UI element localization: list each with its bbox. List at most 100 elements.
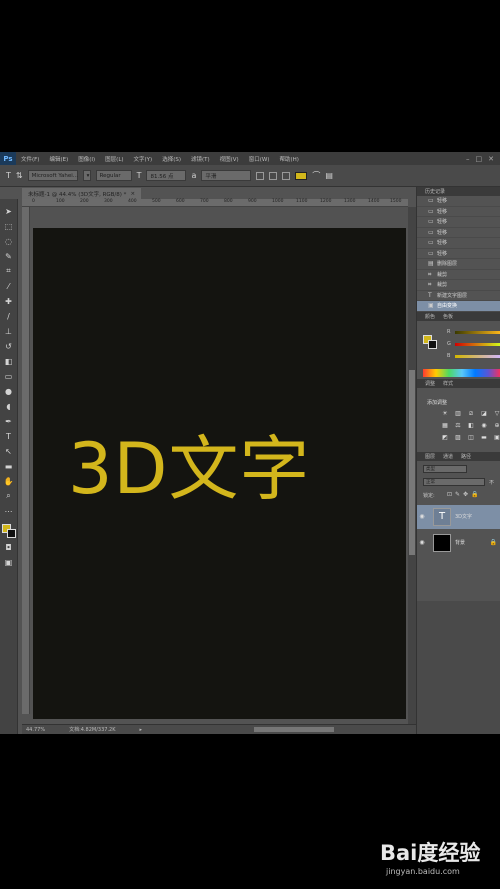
red-slider[interactable] xyxy=(455,330,500,334)
eye-icon[interactable]: ◉ xyxy=(417,539,427,546)
background-color-swatch[interactable] xyxy=(6,529,16,538)
horizontal-scrollbar-thumb[interactable] xyxy=(254,727,334,732)
threshold-icon[interactable]: ◫ xyxy=(467,434,475,442)
layer-row-background[interactable]: ◉ 背景 🔒 xyxy=(417,531,500,555)
color-panel-background[interactable] xyxy=(428,339,437,349)
vertical-scrollbar-thumb[interactable] xyxy=(409,370,415,555)
document-canvas[interactable]: 3D文字 xyxy=(33,228,406,719)
history-brush-tool-icon[interactable]: ↺ xyxy=(3,340,15,352)
tab-styles[interactable]: 样式 xyxy=(443,380,453,387)
menu-help[interactable]: 帮助(H) xyxy=(274,155,303,163)
gradient-map-icon[interactable]: ▬ xyxy=(480,434,488,442)
history-item[interactable]: ▭ 轻移 xyxy=(417,207,500,217)
history-item[interactable]: ▭ 轻移 xyxy=(417,238,500,249)
canvas-text-3d[interactable]: 3D文字 xyxy=(68,413,310,514)
selective-color-icon[interactable]: ▣ xyxy=(493,434,500,442)
menu-type[interactable]: 文字(Y) xyxy=(129,155,158,163)
quick-select-tool-icon[interactable]: ✎ xyxy=(3,250,15,262)
menu-image[interactable]: 图像(I) xyxy=(73,155,100,163)
vibrance-icon[interactable]: ▽ xyxy=(493,410,500,418)
levels-icon[interactable]: ▥ xyxy=(454,410,462,418)
lock-icons[interactable]: ⊡✎✥🔒 xyxy=(447,491,482,498)
hand-tool-icon[interactable]: ✋ xyxy=(3,475,15,487)
color-spectrum[interactable] xyxy=(423,368,500,377)
history-item[interactable]: T 新建文字图层 xyxy=(417,291,500,301)
menu-layer[interactable]: 图层(L) xyxy=(100,155,128,163)
shape-tool-icon[interactable]: ▬ xyxy=(3,460,15,472)
text-color-swatch[interactable] xyxy=(295,171,308,180)
tab-history[interactable]: 历史记录 xyxy=(425,188,445,195)
path-select-tool-icon[interactable]: ↖ xyxy=(3,445,15,457)
align-left-icon[interactable] xyxy=(256,171,265,180)
healing-brush-tool-icon[interactable]: ✚ xyxy=(3,295,15,307)
type-tool-icon[interactable]: T xyxy=(6,171,11,180)
align-right-icon[interactable] xyxy=(282,171,291,180)
type-tool-icon[interactable]: T xyxy=(3,430,15,442)
history-item[interactable]: ▭ 轻移 xyxy=(417,249,500,259)
align-center-icon[interactable] xyxy=(269,171,278,180)
character-panel-icon[interactable]: ▤ xyxy=(325,171,333,180)
font-style-select[interactable]: Regular xyxy=(95,170,132,181)
menu-view[interactable]: 视图(V) xyxy=(215,155,244,163)
history-item-active[interactable]: ▣ 自由变换 xyxy=(417,301,500,312)
font-size-field[interactable]: 81.56 点 xyxy=(146,170,187,181)
tab-swatches[interactable]: 色板 xyxy=(443,313,453,320)
clone-stamp-tool-icon[interactable]: ⊥ xyxy=(3,325,15,337)
blue-slider[interactable] xyxy=(455,354,500,358)
invert-icon[interactable]: ◩ xyxy=(441,434,449,442)
warp-text-icon[interactable]: ⌒ xyxy=(312,170,320,181)
color-swatches[interactable] xyxy=(1,524,16,538)
posterize-icon[interactable]: ▨ xyxy=(454,434,462,442)
marquee-tool-icon[interactable]: ⬚ xyxy=(3,220,15,232)
tab-adjustments[interactable]: 调整 xyxy=(425,380,435,387)
lasso-tool-icon[interactable]: ◌ xyxy=(3,235,15,247)
pen-tool-icon[interactable]: ✒ xyxy=(3,415,15,427)
tab-layers[interactable]: 图层 xyxy=(425,453,435,460)
zoom-tool-icon[interactable]: ⌕ xyxy=(3,490,15,502)
black-white-icon[interactable]: ◧ xyxy=(467,422,475,430)
eyedropper-tool-icon[interactable]: ⁄ xyxy=(3,280,15,292)
history-item[interactable]: ▭ 轻移 xyxy=(417,228,500,238)
zoom-level[interactable]: 44.77% xyxy=(26,727,45,733)
crop-tool-icon[interactable]: ⌗ xyxy=(3,265,15,277)
layer-name[interactable]: 背景 xyxy=(455,539,465,546)
move-tool-icon[interactable]: ➤ xyxy=(3,205,15,217)
document-tab[interactable]: 未标题-1 @ 44.4% (3D文字, RGB/8) * × xyxy=(22,188,142,199)
history-item[interactable]: ⌗ 裁剪 xyxy=(417,270,500,280)
antialias-select[interactable]: 平滑 xyxy=(201,170,252,181)
brightness-icon[interactable]: ☀ xyxy=(441,410,449,418)
font-family-select[interactable]: Microsoft Yahei... xyxy=(27,170,78,181)
color-balance-icon[interactable]: ⚖ xyxy=(454,422,462,430)
blur-tool-icon[interactable]: ● xyxy=(3,385,15,397)
layer-name[interactable]: 3D文字 xyxy=(455,513,472,520)
exposure-icon[interactable]: ◪ xyxy=(480,410,488,418)
vertical-scrollbar[interactable] xyxy=(408,207,416,727)
history-item[interactable]: ▭ 轻移 xyxy=(417,217,500,228)
history-item[interactable]: ⌗ 裁剪 xyxy=(417,280,500,291)
dodge-tool-icon[interactable]: ◖ xyxy=(3,400,15,412)
hue-icon[interactable]: ▦ xyxy=(441,422,449,430)
tab-paths[interactable]: 路径 xyxy=(461,453,471,460)
layer-kind-filter[interactable]: 类型 xyxy=(423,464,467,473)
menu-select[interactable]: 选择(S) xyxy=(157,155,186,163)
tab-color[interactable]: 颜色 xyxy=(425,313,435,320)
menu-window[interactable]: 窗口(W) xyxy=(244,155,275,163)
green-slider[interactable] xyxy=(455,342,500,346)
close-icon[interactable]: ✕ xyxy=(488,155,494,163)
brush-tool-icon[interactable]: / xyxy=(3,310,15,322)
blend-mode-select[interactable]: 正常 xyxy=(423,477,485,486)
menu-file[interactable]: 文件(F) xyxy=(16,155,44,163)
status-menu-arrow-icon[interactable]: ▸ xyxy=(140,727,143,733)
eraser-tool-icon[interactable]: ◧ xyxy=(3,355,15,367)
gradient-tool-icon[interactable]: ▭ xyxy=(3,370,15,382)
screen-mode-icon[interactable]: ▣ xyxy=(3,556,15,568)
photo-filter-icon[interactable]: ◉ xyxy=(480,422,488,430)
history-item[interactable]: ▤ 删除图层 xyxy=(417,259,500,270)
close-tab-icon[interactable]: × xyxy=(130,191,135,197)
channel-mixer-icon[interactable]: ⊕ xyxy=(493,422,500,430)
layer-row-3d-text[interactable]: ◉ T 3D文字 xyxy=(417,504,500,529)
curves-icon[interactable]: ⧄ xyxy=(467,410,475,418)
more-tools-icon[interactable]: ⋯ xyxy=(3,505,15,517)
menu-edit[interactable]: 编辑(E) xyxy=(44,155,73,163)
text-orientation-icon[interactable]: ⇅ xyxy=(16,171,23,180)
